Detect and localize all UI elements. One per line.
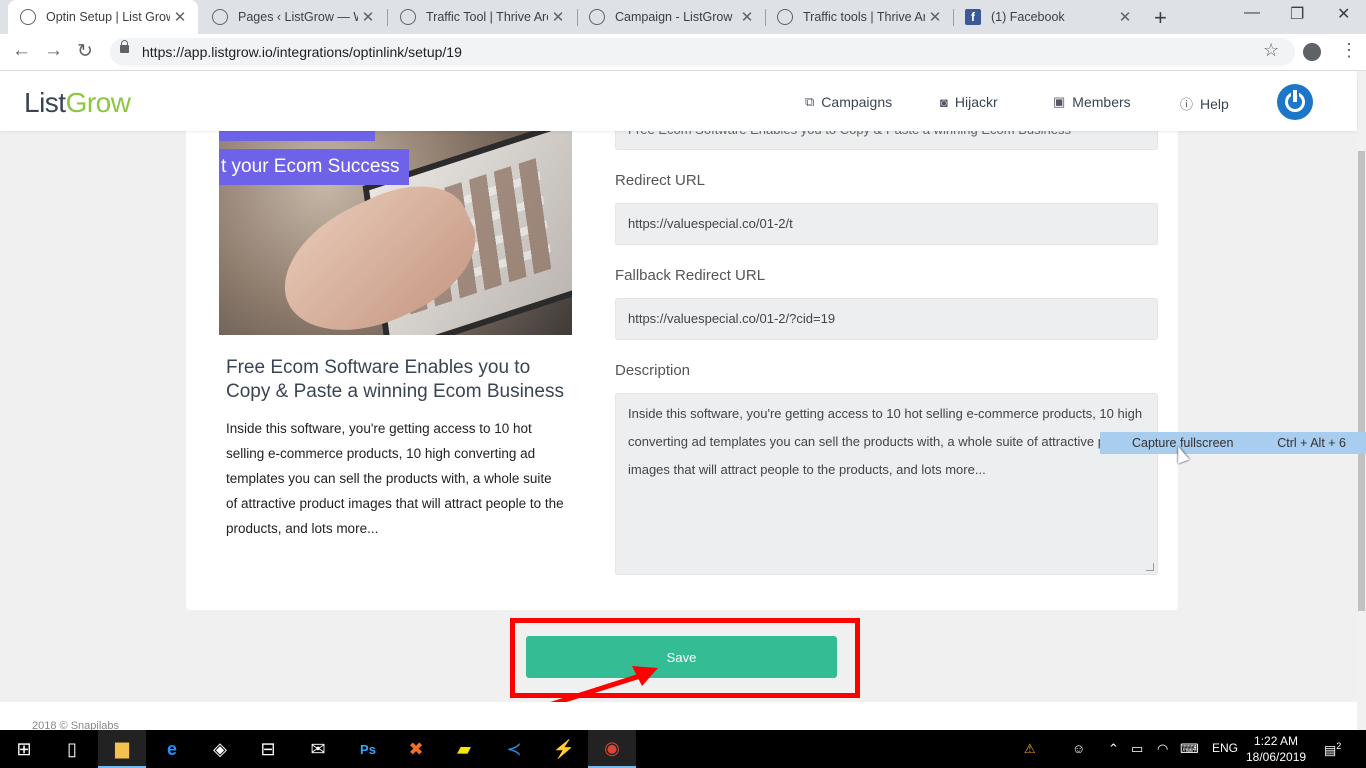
close-tab-icon[interactable]: ✕ <box>925 8 945 26</box>
listgrow-favicon-icon <box>20 9 36 25</box>
file-explorer-icon[interactable]: ▆ <box>98 730 146 768</box>
photoshop-icon[interactable]: Ps <box>344 730 392 768</box>
bookmark-star-icon[interactable]: ☆ <box>1263 40 1279 61</box>
app-header: ListGrow ⧉ Campaigns ◙ Hijackr ▣ Members ⓘ H… <box>0 71 1357 131</box>
sticky-notes-icon[interactable]: ▰ <box>440 730 488 768</box>
redirect-url-field[interactable]: https://valuespecial.co/01-2/t <box>615 203 1158 245</box>
globe-icon <box>400 9 416 25</box>
globe-icon <box>589 9 605 25</box>
close-tab-icon[interactable]: ✕ <box>737 8 757 26</box>
clock-date: 18/06/2019 <box>1246 750 1307 764</box>
mail-icon[interactable]: ✉ <box>294 730 342 768</box>
close-tab-icon[interactable]: ✕ <box>170 8 190 26</box>
nav-hijackr[interactable]: ◙ Hijackr <box>940 94 998 110</box>
fallback-redirect-url-label: Fallback Redirect URL <box>615 267 766 284</box>
reload-icon[interactable]: ↻ <box>77 40 93 63</box>
language-indicator[interactable]: ENG <box>1212 741 1238 755</box>
back-icon[interactable]: ← <box>12 40 31 62</box>
lock-icon <box>120 40 129 53</box>
windows-taskbar: ⊞ ▯ ▆ e ◈ ⊟ ✉ Ps ✖ ▰ ≺ ⚡ ◉ ⚠ ☺ ⌃ ▭ ◠ ⌨ E… <box>0 730 1366 768</box>
product-image: t your Ecom Success <box>219 131 572 335</box>
capture-fullscreen-tooltip[interactable]: Capture fullscreen Ctrl + Alt + 6 <box>1100 432 1366 454</box>
battery-icon[interactable]: ▭ <box>1131 741 1143 757</box>
camera-icon: ◙ <box>940 94 948 110</box>
browser-tab-strip: Optin Setup | List Grow ✕ Pages ‹ ListGr… <box>0 0 1366 34</box>
warning-icon[interactable]: ⚠ <box>1024 741 1036 757</box>
page-scrollbar[interactable] <box>1357 71 1366 730</box>
people-icon[interactable]: ☺ <box>1072 741 1085 756</box>
close-window-icon[interactable]: ✕ <box>1337 4 1350 24</box>
minimize-icon[interactable]: — <box>1244 4 1260 22</box>
tab-title: Traffic Tool | Thrive Arch <box>426 10 548 24</box>
browser-toolbar: ← → ↻ https://app.listgrow.io/integratio… <box>0 34 1366 71</box>
tab-title: Traffic tools | Thrive Arch <box>803 10 925 24</box>
tab-campaign[interactable]: Campaign - ListGrow ✕ <box>577 0 765 34</box>
tab-title: Pages ‹ ListGrow — Wo <box>238 10 358 24</box>
product-title: Free Ecom Software Enables you to Copy &… <box>226 357 564 402</box>
tab-traffic-tool[interactable]: Traffic Tool | Thrive Arch ✕ <box>388 0 576 34</box>
listgrow-logo[interactable]: ListGrow <box>24 87 131 119</box>
clock-time: 1:22 AM <box>1254 734 1299 748</box>
close-tab-icon[interactable]: ✕ <box>358 8 378 26</box>
fallback-redirect-url-field[interactable]: https://valuespecial.co/01-2/?cid=19 <box>615 298 1158 340</box>
tab-title: Optin Setup | List Grow <box>46 10 170 24</box>
url-text: https://app.listgrow.io/integrations/opt… <box>142 44 462 60</box>
vscode-icon[interactable]: ≺ <box>490 730 538 768</box>
tab-pages[interactable]: Pages ‹ ListGrow — Wo ✕ <box>200 0 386 34</box>
members-card-icon: ▣ <box>1053 94 1066 109</box>
close-tab-icon[interactable]: ✕ <box>1115 8 1135 26</box>
keyboard-icon[interactable]: ⌨ <box>1180 741 1199 757</box>
resize-handle-icon[interactable] <box>1146 563 1154 571</box>
tab-title: Campaign - ListGrow <box>615 10 733 24</box>
globe-icon <box>777 9 793 25</box>
new-tab-icon[interactable]: + <box>1154 5 1167 31</box>
tab-title: (1) Facebook <box>991 10 1065 24</box>
edge-icon[interactable]: e <box>148 730 196 768</box>
tab-facebook[interactable]: f (1) Facebook ✕ <box>953 0 1143 34</box>
product-description: Inside this software, you're getting acc… <box>226 421 564 536</box>
address-bar[interactable]: https://app.listgrow.io/integrations/opt… <box>110 38 1295 66</box>
clock[interactable]: 1:22 AM 18/06/2019 <box>1246 733 1306 765</box>
globe-icon <box>212 9 228 25</box>
menu-icon[interactable]: ⋮ <box>1340 40 1358 61</box>
description-text: Inside this software, you're getting acc… <box>628 406 1143 477</box>
show-hidden-icons-icon[interactable]: ⌃ <box>1108 741 1119 757</box>
dropbox-icon[interactable]: ◈ <box>196 730 244 768</box>
wifi-icon[interactable]: ◠ <box>1157 741 1168 757</box>
store-icon[interactable]: ⊟ <box>244 730 292 768</box>
restore-icon[interactable]: ❐ <box>1290 4 1304 24</box>
page-footer: 2018 © Snapilabs <box>0 702 1357 732</box>
info-icon: ⓘ <box>1180 97 1194 112</box>
product-image-banner: t your Ecom Success <box>219 149 410 185</box>
nav-help[interactable]: ⓘ Help <box>1180 94 1229 113</box>
nav-members[interactable]: ▣ Members <box>1053 94 1131 110</box>
tab-traffic-tools[interactable]: Traffic tools | Thrive Arch ✕ <box>765 0 953 34</box>
task-view-icon[interactable]: ▯ <box>48 730 96 768</box>
forward-icon[interactable]: → <box>44 40 63 62</box>
facebook-icon: f <box>965 9 981 25</box>
tab-optin-setup[interactable]: Optin Setup | List Grow ✕ <box>8 0 198 34</box>
notifications-icon[interactable]: ▤2 <box>1324 741 1341 758</box>
profile-icon[interactable] <box>1303 43 1321 61</box>
power-logout-icon[interactable] <box>1277 84 1313 120</box>
description-textarea[interactable]: Inside this software, you're getting acc… <box>615 393 1158 575</box>
xampp-icon[interactable]: ✖ <box>392 730 440 768</box>
lightning-icon[interactable]: ⚡ <box>540 730 588 768</box>
nav-campaigns[interactable]: ⧉ Campaigns <box>805 94 892 110</box>
redirect-url-label: Redirect URL <box>615 172 706 189</box>
description-label: Description <box>615 362 691 379</box>
close-tab-icon[interactable]: ✕ <box>548 8 568 26</box>
capture-shortcut: Ctrl + Alt + 6 <box>1277 436 1346 450</box>
chrome-icon[interactable]: ◉ <box>588 730 636 768</box>
start-windows-icon[interactable]: ⊞ <box>0 730 48 768</box>
campaigns-icon: ⧉ <box>805 94 815 109</box>
